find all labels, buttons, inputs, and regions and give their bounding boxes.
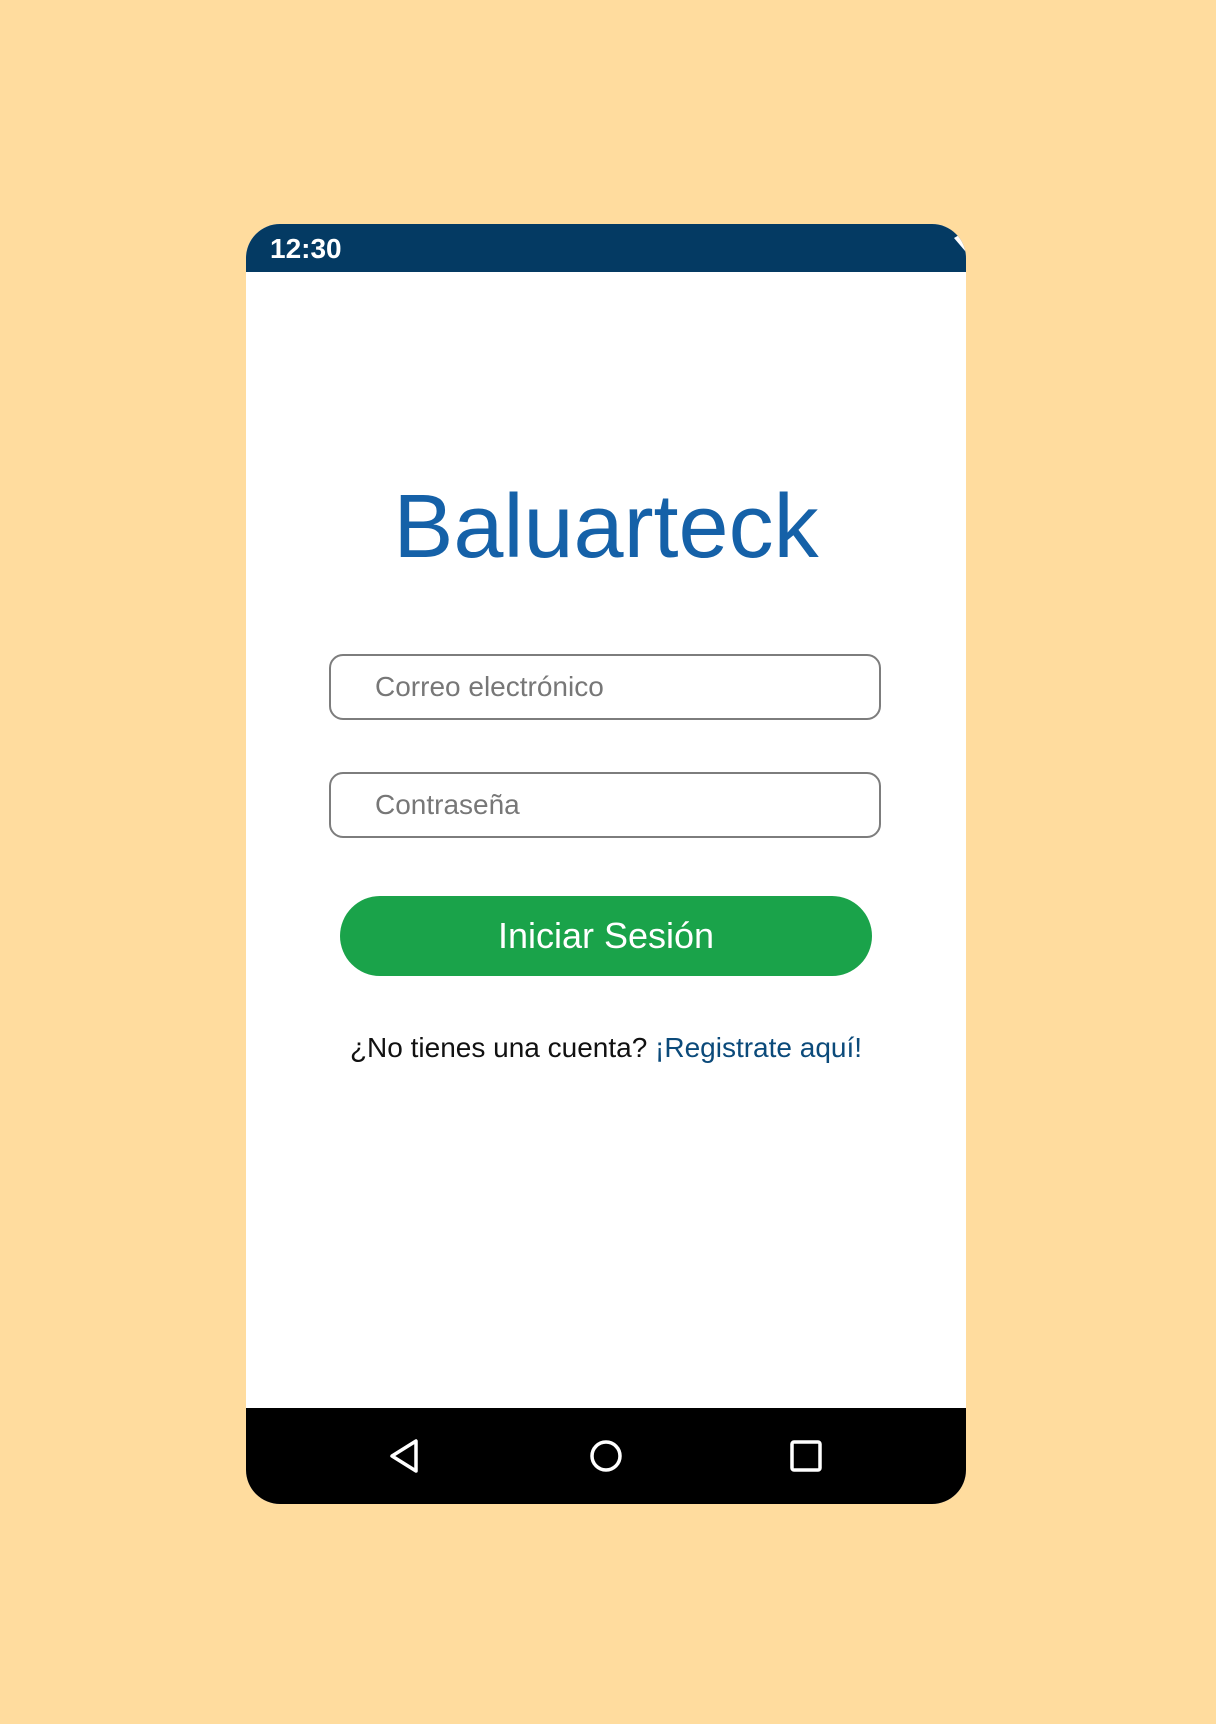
wifi-icon <box>952 226 966 275</box>
phone-frame: 12:30 Baluarteck Correo electrónico Inic… <box>246 224 966 1504</box>
home-icon[interactable] <box>582 1432 630 1480</box>
back-icon[interactable] <box>382 1432 430 1480</box>
register-prompt-text: ¿No tienes una cuenta? <box>349 1032 648 1063</box>
email-input[interactable] <box>331 656 879 718</box>
navigation-bar <box>246 1408 966 1504</box>
register-prompt-line: ¿No tienes una cuenta? ¡Registrate aquí! <box>246 1030 966 1066</box>
register-link[interactable]: ¡Registrate aquí! <box>655 1032 862 1063</box>
login-screen: Baluarteck Iniciar Sesión ¿No tienes una… <box>246 272 966 1408</box>
status-time: 12:30 <box>270 233 342 264</box>
recents-icon[interactable] <box>782 1432 830 1480</box>
status-bar: 12:30 <box>246 224 966 272</box>
login-button[interactable]: Iniciar Sesión <box>340 896 872 976</box>
password-field[interactable] <box>329 772 881 838</box>
email-field[interactable] <box>329 654 881 720</box>
password-input[interactable] <box>331 774 879 836</box>
app-title: Baluarteck <box>393 477 819 577</box>
